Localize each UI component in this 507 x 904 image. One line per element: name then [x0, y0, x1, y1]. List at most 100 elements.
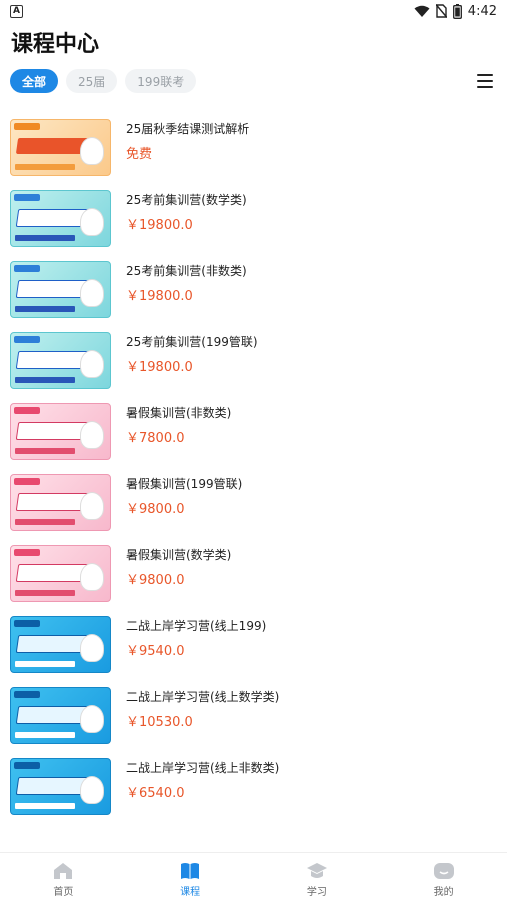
- course-item[interactable]: 暑假集训营(数学类) ￥9800.0: [0, 541, 507, 612]
- nav-study[interactable]: 学习: [254, 853, 381, 904]
- tab-199[interactable]: 199联考: [125, 69, 197, 93]
- course-price: 免费: [126, 147, 153, 162]
- mascot-image: [80, 279, 104, 307]
- mascot-image: [80, 776, 104, 804]
- course-thumbnail: [10, 758, 111, 815]
- course-thumbnail: [10, 403, 111, 460]
- thumbnail-tag: [14, 123, 40, 130]
- filter-tabs: 全部 25届 199联考: [10, 69, 197, 93]
- course-item[interactable]: 二战上岸学习营(线上非数类) ￥6540.0: [0, 754, 507, 825]
- thumbnail-tag: [14, 549, 40, 556]
- menu-icon[interactable]: [477, 74, 493, 88]
- mascot-image: [80, 137, 104, 165]
- course-item[interactable]: 25考前集训营(199管联) ￥19800.0: [0, 328, 507, 399]
- mascot-image: [80, 421, 104, 449]
- page-title: 课程中心: [11, 32, 100, 57]
- course-title: 暑假集训营(数学类): [126, 548, 232, 562]
- thumbnail-strip: [15, 590, 75, 596]
- course-title: 25考前集训营(数学类): [126, 193, 247, 207]
- nav-label: 学习: [306, 887, 327, 898]
- menu-line: [477, 74, 493, 76]
- graduation-cap-icon: [306, 863, 327, 878]
- thumbnail-tag: [14, 762, 40, 769]
- mascot-image: [80, 492, 104, 520]
- course-item[interactable]: 二战上岸学习营(线上数学类) ￥10530.0: [0, 683, 507, 754]
- bottom-nav: 首页 课程 学习 我的: [0, 852, 507, 904]
- mascot-image: [80, 208, 104, 236]
- thumbnail-strip: [15, 803, 75, 809]
- course-price: ￥9800.0: [126, 573, 185, 588]
- thumbnail-tag: [14, 407, 40, 414]
- no-sim-icon: [435, 4, 447, 18]
- course-price: ￥10530.0: [126, 715, 193, 730]
- thumbnail-strip: [15, 306, 75, 312]
- course-price: ￥19800.0: [126, 360, 193, 375]
- course-title: 25届秋季结课测试解析: [126, 122, 250, 136]
- thumbnail-strip: [15, 732, 75, 738]
- course-title: 二战上岸学习营(线上199): [126, 619, 267, 633]
- course-thumbnail: [10, 616, 111, 673]
- course-item[interactable]: 25届秋季结课测试解析 免费: [0, 115, 507, 186]
- mascot-image: [80, 705, 104, 733]
- course-thumbnail: [10, 119, 111, 176]
- mascot-image: [80, 563, 104, 591]
- menu-line: [477, 80, 493, 82]
- nav-label: 首页: [53, 887, 74, 898]
- course-item[interactable]: 暑假集训营(199管联) ￥9800.0: [0, 470, 507, 541]
- status-time: 4:42: [467, 3, 497, 19]
- thumbnail-tag: [14, 691, 40, 698]
- wifi-icon: [414, 5, 430, 17]
- course-thumbnail: [10, 332, 111, 389]
- course-item[interactable]: 暑假集训营(非数类) ￥7800.0: [0, 399, 507, 470]
- course-price: ￥19800.0: [126, 289, 193, 304]
- thumbnail-tag: [14, 620, 40, 627]
- course-thumbnail: [10, 545, 111, 602]
- course-thumbnail: [10, 474, 111, 531]
- thumbnail-banner: [15, 138, 89, 154]
- thumbnail-tag: [14, 194, 40, 201]
- thumbnail-tag: [14, 265, 40, 272]
- course-item[interactable]: 25考前集训营(非数类) ￥19800.0: [0, 257, 507, 328]
- mascot-image: [80, 634, 104, 662]
- course-title: 25考前集训营(非数类): [126, 264, 247, 278]
- home-icon: [54, 863, 73, 879]
- course-title: 暑假集训营(非数类): [126, 406, 232, 420]
- course-price: ￥7800.0: [126, 431, 185, 446]
- status-right: 4:42: [414, 3, 497, 19]
- nav-home[interactable]: 首页: [0, 853, 127, 904]
- course-price: ￥9800.0: [126, 502, 185, 517]
- course-title: 二战上岸学习营(线上数学类): [126, 690, 280, 704]
- course-title: 暑假集训营(199管联): [126, 477, 243, 491]
- thumbnail-strip: [15, 661, 75, 667]
- thumbnail-strip: [15, 377, 75, 383]
- status-left: A: [10, 4, 23, 18]
- nav-courses[interactable]: 课程: [127, 853, 254, 904]
- thumbnail-strip: [15, 164, 75, 170]
- notification-a-icon: A: [10, 4, 23, 18]
- course-thumbnail: [10, 261, 111, 318]
- mascot-image: [80, 350, 104, 378]
- course-price: ￥9540.0: [126, 644, 185, 659]
- tab-25[interactable]: 25届: [66, 69, 118, 93]
- tab-all[interactable]: 全部: [10, 69, 59, 93]
- status-bar: A 4:42: [0, 0, 507, 22]
- nav-label: 我的: [433, 887, 454, 898]
- thumbnail-tag: [14, 336, 40, 343]
- course-list: 25届秋季结课测试解析 免费 25考前集训营(数学类) ￥19800.0 25考…: [0, 115, 507, 825]
- course-price: ￥6540.0: [126, 786, 185, 801]
- course-thumbnail: [10, 687, 111, 744]
- profile-icon: [433, 863, 454, 879]
- menu-line: [477, 86, 493, 88]
- book-icon: [181, 863, 200, 879]
- thumbnail-tag: [14, 478, 40, 485]
- battery-icon: [452, 3, 462, 19]
- course-item[interactable]: 25考前集训营(数学类) ￥19800.0: [0, 186, 507, 257]
- course-price: ￥19800.0: [126, 218, 193, 233]
- thumbnail-strip: [15, 519, 75, 525]
- thumbnail-strip: [15, 448, 75, 454]
- nav-profile[interactable]: 我的: [380, 853, 507, 904]
- nav-label: 课程: [180, 887, 201, 898]
- course-item[interactable]: 二战上岸学习营(线上199) ￥9540.0: [0, 612, 507, 683]
- course-thumbnail: [10, 190, 111, 247]
- course-title: 二战上岸学习营(线上非数类): [126, 761, 280, 775]
